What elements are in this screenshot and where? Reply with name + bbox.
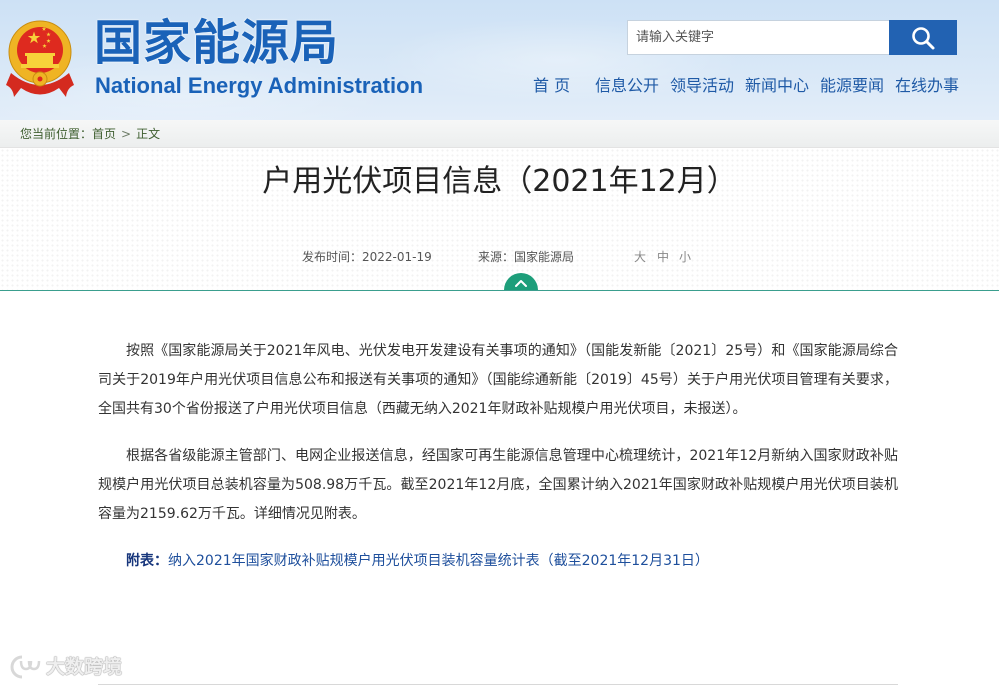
source-value: 国家能源局	[514, 250, 575, 264]
site-title-en[interactable]: National Energy Administration	[95, 72, 423, 100]
breadcrumb: 您当前位置：首页 > 正文	[0, 120, 999, 148]
attachment-link[interactable]: 纳入2021年国家财政补贴规模户用光伏项目装机容量统计表（截至2021年12月3…	[168, 553, 709, 569]
site-title-cn[interactable]: 国家能源局	[94, 15, 339, 71]
font-size-small-button[interactable]: 小	[679, 249, 691, 265]
breadcrumb-prefix: 您当前位置：	[20, 127, 93, 141]
attachment-label: 附表：	[126, 553, 168, 569]
nav-leadership-activities[interactable]: 领导活动	[670, 76, 734, 96]
search-button[interactable]	[889, 20, 957, 55]
watermark-logo-icon	[10, 655, 41, 679]
publish-date: 发布时间：2022-01-19	[302, 249, 432, 265]
article-paragraph: 根据各省级能源主管部门、电网企业报送信息，经国家可再生能源信息管理中心梳理统计，…	[98, 448, 898, 522]
breadcrumb-home-link[interactable]: 首页	[92, 127, 116, 141]
article-header: 户用光伏项目信息（2021年12月） 发布时间：2022-01-19 来源：国家…	[0, 148, 999, 290]
attachment-line: 附表：纳入2021年国家财政补贴规模户用光伏项目装机容量统计表（截至2021年1…	[98, 547, 898, 576]
publish-date-value: 2022-01-19	[362, 250, 432, 264]
footer-divider	[98, 684, 898, 685]
chevron-up-icon	[515, 280, 527, 287]
publish-date-label: 发布时间：	[302, 250, 363, 264]
nav-home[interactable]: 首 页	[533, 76, 570, 96]
site-header: 国家能源局 National Energy Administration 首 页…	[0, 0, 999, 120]
nav-news-center[interactable]: 新闻中心	[745, 76, 809, 96]
nav-info-disclosure[interactable]: 信息公开	[595, 76, 659, 96]
page: 国家能源局 National Energy Administration 首 页…	[0, 0, 999, 687]
font-size-large-button[interactable]: 大	[634, 249, 646, 265]
chevron-right-icon: >	[121, 127, 132, 141]
emblem-graphic	[6, 20, 74, 97]
article-title: 户用光伏项目信息（2021年12月）	[262, 164, 737, 199]
article-paragraph: 按照《国家能源局关于2021年风电、光伏发电开发建设有关事项的通知》（国能发新能…	[98, 343, 898, 417]
search-icon	[912, 26, 935, 49]
search-bar	[627, 20, 958, 55]
font-size-medium-button[interactable]: 中	[657, 249, 669, 265]
content-divider	[0, 290, 999, 291]
national-emblem-icon[interactable]	[5, 13, 75, 101]
nav-energy-news[interactable]: 能源要闻	[820, 76, 884, 96]
article-source: 来源：国家能源局	[478, 249, 574, 265]
watermark-text: 大数跨境	[46, 656, 123, 678]
article-body: 按照《国家能源局关于2021年风电、光伏发电开发建设有关事项的通知》（国能发新能…	[98, 337, 898, 594]
source-label: 来源：	[478, 250, 515, 264]
breadcrumb-current: 正文	[136, 127, 161, 141]
search-input[interactable]	[627, 20, 889, 55]
watermark: 大数跨境	[8, 652, 122, 682]
nav-online-services[interactable]: 在线办事	[895, 76, 959, 96]
